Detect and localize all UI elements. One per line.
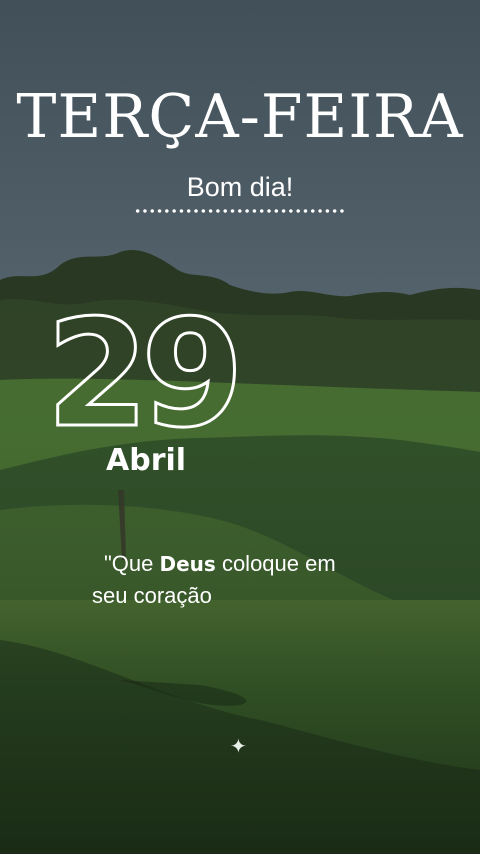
- quote-text: "Que Deus coloque em seu coração: [92, 548, 422, 611]
- quote-prefix: "Que: [104, 551, 160, 576]
- quote-suffix: coloque em: [215, 551, 336, 576]
- sparkle-icon: ✦: [230, 734, 247, 758]
- month-label: Abril: [106, 443, 187, 478]
- day-number: 29: [45, 288, 246, 460]
- dotted-divider: [134, 208, 346, 214]
- quote-highlight: Deus: [159, 552, 216, 576]
- weekday-title: TERÇA-FEIRA: [16, 82, 464, 152]
- quote-line-2: seu coração: [92, 583, 212, 608]
- quote-line-1: "Que Deus coloque em: [92, 548, 422, 580]
- greeting-text: Bom dia!: [186, 172, 294, 202]
